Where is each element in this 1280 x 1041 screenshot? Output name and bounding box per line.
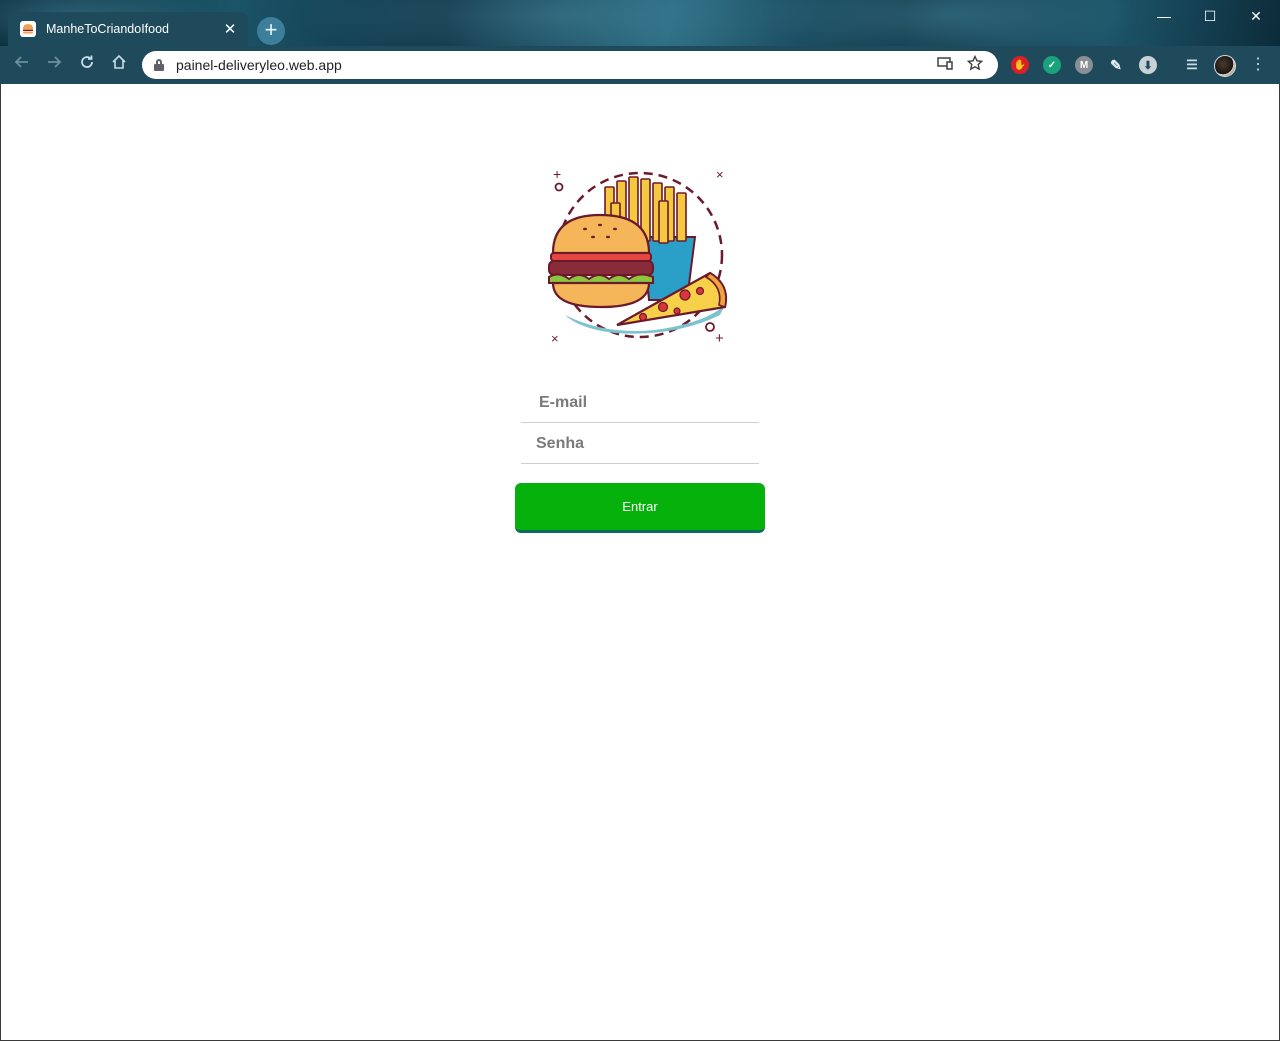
- maximize-button[interactable]: ☐: [1187, 4, 1233, 28]
- reading-list-icon[interactable]: ☰: [1183, 56, 1201, 74]
- back-arrow-icon[interactable]: [11, 54, 33, 76]
- svg-text:×: ×: [716, 167, 724, 182]
- home-icon[interactable]: [108, 54, 130, 76]
- m-extension-icon[interactable]: M: [1075, 56, 1093, 74]
- svg-text:+: +: [553, 166, 561, 182]
- email-field[interactable]: [521, 383, 759, 423]
- browser-menu-icon[interactable]: ⋮: [1250, 54, 1266, 74]
- browser-chrome: ManheToCriandoIfood ✕ + — ☐ ✕ painel-del…: [0, 0, 1280, 84]
- tab-title: ManheToCriandoIfood: [46, 22, 169, 36]
- svg-text:×: ×: [551, 331, 559, 346]
- burger-favicon-icon: [20, 21, 36, 37]
- cast-icon[interactable]: [934, 56, 956, 74]
- lock-icon: [154, 59, 164, 71]
- svg-text:+: +: [715, 330, 724, 347]
- download-extension-icon[interactable]: ⬇: [1139, 56, 1157, 74]
- bookmark-star-icon[interactable]: [964, 54, 986, 75]
- browser-tab[interactable]: ManheToCriandoIfood ✕: [8, 12, 248, 46]
- reload-icon[interactable]: [76, 54, 98, 76]
- burger-fries-pizza-icon: + × × +: [548, 166, 728, 347]
- pen-extension-icon[interactable]: ✎: [1107, 56, 1125, 74]
- email-input[interactable]: [539, 393, 759, 412]
- close-window-button[interactable]: ✕: [1233, 4, 1279, 28]
- forward-arrow-icon[interactable]: [43, 54, 65, 76]
- url-text: painel-deliveryleo.web.app: [176, 57, 342, 73]
- password-field[interactable]: [521, 424, 759, 464]
- adblock-extension-icon[interactable]: ✋: [1011, 56, 1029, 74]
- tab-close-icon[interactable]: ✕: [222, 20, 238, 38]
- browser-toolbar: painel-deliveryleo.web.app ✋ ✓ M ✎ ⬇ ☰ ⋮: [0, 46, 1280, 84]
- password-input[interactable]: [536, 434, 755, 453]
- shield-extension-icon[interactable]: ✓: [1043, 56, 1061, 74]
- address-bar[interactable]: painel-deliveryleo.web.app: [142, 51, 998, 79]
- profile-avatar[interactable]: [1214, 55, 1236, 77]
- login-submit-button[interactable]: Entrar: [515, 483, 765, 533]
- new-tab-button[interactable]: +: [257, 17, 285, 45]
- minimize-button[interactable]: —: [1141, 4, 1187, 28]
